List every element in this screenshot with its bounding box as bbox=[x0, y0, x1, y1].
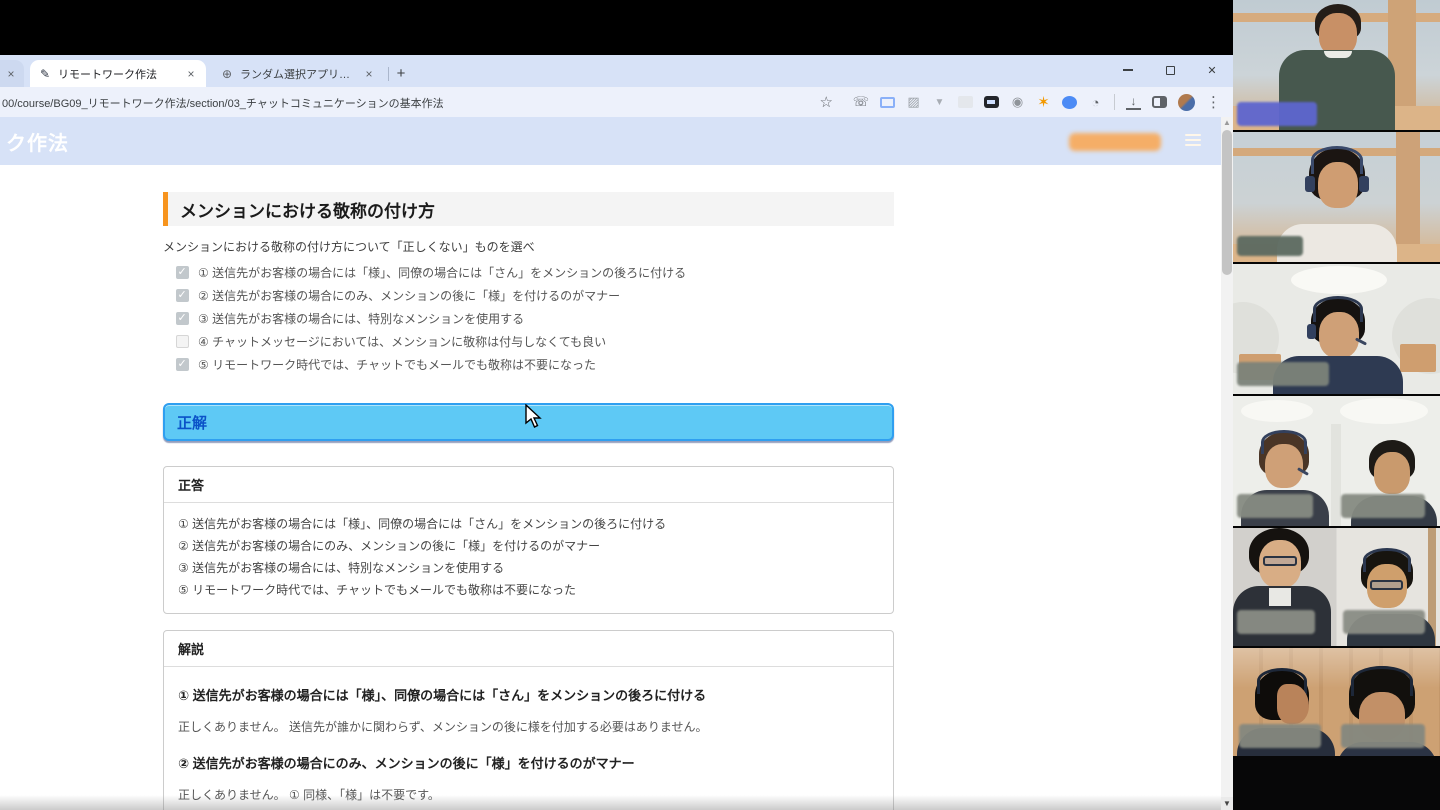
participant-video-4[interactable] bbox=[1233, 394, 1440, 526]
explanation-card-body: ① 送信先がお客様の場合には「様」、同僚の場合には「さん」をメンションの後ろに付… bbox=[164, 667, 893, 810]
hamburger-menu-icon[interactable] bbox=[1185, 134, 1201, 146]
option-checkbox[interactable] bbox=[176, 265, 189, 279]
participant-video-6[interactable] bbox=[1233, 646, 1440, 810]
answer-line: ① 送信先がお客様の場合には「様」、同僚の場合には「さん」をメンションの後ろに付… bbox=[178, 517, 667, 531]
tab-label: ランダム選択アプリケーション bbox=[240, 68, 356, 81]
option-checkbox[interactable] bbox=[176, 288, 189, 302]
explanation-body: 正しくありません。 ① 同様、「様」は不要です。 bbox=[178, 788, 440, 802]
ext-photo-icon[interactable] bbox=[906, 92, 921, 112]
answer-card-header: 正答 bbox=[164, 467, 893, 503]
scrollbar[interactable]: ▲ ▼ bbox=[1221, 117, 1233, 810]
tab-favicon-doc-icon bbox=[38, 67, 52, 81]
menu-kebab-icon[interactable] bbox=[1206, 92, 1221, 112]
participant-name-masked bbox=[1237, 610, 1315, 634]
participant-name-masked bbox=[1341, 494, 1425, 518]
url-bar[interactable]: 00/course/BG09_リモートワーク作法/section/03_チャット… bbox=[2, 95, 444, 111]
scroll-up-icon[interactable]: ▲ bbox=[1221, 117, 1233, 129]
ext-dark-icon[interactable] bbox=[984, 96, 999, 108]
ext-circle-icon[interactable] bbox=[1062, 95, 1077, 109]
explanation-heading: ① 送信先がお客様の場合には「様」、同僚の場合には「さん」をメンションの後ろに付… bbox=[178, 688, 707, 703]
profile-avatar-icon[interactable] bbox=[1178, 93, 1195, 111]
tab-separator bbox=[388, 67, 389, 81]
scroll-down-icon[interactable]: ▼ bbox=[1221, 797, 1233, 810]
quiz-option: ④ チャットメッセージにおいては、メンションに敬称は付与しなくても良い bbox=[176, 334, 894, 349]
ext-burst-icon[interactable] bbox=[1036, 92, 1051, 112]
close-window-icon[interactable] bbox=[1199, 59, 1225, 81]
participant-name-masked bbox=[1237, 362, 1329, 386]
window-controls bbox=[1115, 59, 1225, 81]
toolbar-icons bbox=[819, 87, 1221, 117]
new-tab-button[interactable]: + bbox=[390, 62, 412, 84]
quiz-title: メンションにおける敬称の付け方 bbox=[163, 192, 894, 226]
participant-name-masked bbox=[1237, 102, 1317, 126]
tab-favicon-globe-icon bbox=[220, 67, 234, 81]
username-masked bbox=[1069, 133, 1161, 151]
tab-random-select-app[interactable]: ランダム選択アプリケーション × bbox=[212, 60, 384, 87]
option-checkbox[interactable] bbox=[176, 311, 189, 325]
close-tab-icon[interactable]: × bbox=[184, 67, 198, 81]
ext-phone-icon[interactable] bbox=[853, 92, 869, 112]
participant-name-masked bbox=[1239, 724, 1321, 748]
ext-frame-icon[interactable] bbox=[880, 96, 895, 108]
explanation-body: 正しくありません。 送信先が誰かに関わらず、メンションの後に様を付加する必要はあ… bbox=[178, 720, 708, 734]
ext-faint-icon[interactable] bbox=[958, 96, 973, 108]
answer-line: ⑤ リモートワーク時代では、チャットでもメールでも敬称は不要になった bbox=[178, 583, 576, 597]
option-checkbox[interactable] bbox=[176, 357, 189, 371]
tab-label: リモートワーク作法 bbox=[58, 68, 157, 81]
toolbar-divider bbox=[1114, 94, 1115, 110]
quiz-option: ⑤ リモートワーク時代では、チャットでもメールでも敬称は不要になった bbox=[176, 357, 894, 372]
minimize-window-icon[interactable] bbox=[1115, 59, 1141, 81]
explanation-card-header: 解説 bbox=[164, 631, 893, 667]
bookmark-star-icon[interactable] bbox=[819, 92, 834, 112]
participant-name-masked bbox=[1343, 610, 1425, 634]
tab-strip: × リモートワーク作法 × ランダム選択アプリケーション × + bbox=[0, 55, 1233, 87]
ext-camera-icon[interactable] bbox=[1010, 92, 1025, 112]
scrollbar-thumb[interactable] bbox=[1222, 130, 1232, 275]
sidebar-panel-icon[interactable] bbox=[1152, 96, 1167, 108]
quiz-question: メンションにおける敬称の付け方について「正しくない」ものを選べ bbox=[163, 240, 535, 254]
option-checkbox[interactable] bbox=[176, 334, 189, 348]
participant-video-3[interactable] bbox=[1233, 262, 1440, 394]
answer-card-body: ① 送信先がお客様の場合には「様」、同僚の場合には「さん」をメンションの後ろに付… bbox=[164, 503, 893, 613]
app-header: ク作法 bbox=[0, 117, 1221, 165]
answer-line: ③ 送信先がお客様の場合には、特別なメンションを使用する bbox=[178, 561, 505, 575]
close-tab-icon[interactable]: × bbox=[362, 67, 376, 81]
participant-video-1[interactable] bbox=[1233, 0, 1440, 130]
quiz-option: ③ 送信先がお客様の場合には、特別なメンションを使用する bbox=[176, 311, 894, 326]
participant-video-2[interactable] bbox=[1233, 130, 1440, 262]
ext-clock-icon[interactable] bbox=[1088, 92, 1103, 112]
browser-toolbar: 00/course/BG09_リモートワーク作法/section/03_チャット… bbox=[0, 87, 1233, 117]
mouse-cursor bbox=[525, 403, 543, 435]
participant-video-5[interactable] bbox=[1233, 526, 1440, 646]
quiz-option: ① 送信先がお客様の場合には「様」、同僚の場合には「さん」をメンションの後ろに付… bbox=[176, 265, 894, 280]
explanation-heading: ② 送信先がお客様の場合にのみ、メンションの後に「様」を付けるのがマナー bbox=[178, 756, 635, 771]
option-label: ② 送信先がお客様の場合にのみ、メンションの後に「様」を付けるのがマナー bbox=[198, 288, 621, 303]
close-tab-icon[interactable]: × bbox=[4, 67, 18, 81]
options-list: ① 送信先がお客様の場合には「様」、同僚の場合には「さん」をメンションの後ろに付… bbox=[176, 265, 894, 372]
participant-name-masked bbox=[1341, 724, 1425, 748]
explanation-card: 解説 ① 送信先がお客様の場合には「様」、同僚の場合には「さん」をメンションの後… bbox=[163, 630, 894, 810]
option-label: ③ 送信先がお客様の場合には、特別なメンションを使用する bbox=[198, 311, 525, 326]
screen: × リモートワーク作法 × ランダム選択アプリケーション × + 00/cour… bbox=[0, 0, 1440, 810]
participant-name-masked bbox=[1237, 494, 1313, 518]
video-call-strip bbox=[1233, 0, 1440, 810]
quiz-option: ② 送信先がお客様の場合にのみ、メンションの後に「様」を付けるのがマナー bbox=[176, 288, 894, 303]
app-title-partial: ク作法 bbox=[6, 132, 69, 155]
answer-card: 正答 ① 送信先がお客様の場合には「様」、同僚の場合には「さん」をメンションの後… bbox=[163, 466, 894, 614]
option-label: ⑤ リモートワーク時代では、チャットでもメールでも敬称は不要になった bbox=[198, 357, 596, 372]
restore-window-icon[interactable] bbox=[1157, 59, 1183, 81]
answer-line: ② 送信先がお客様の場合にのみ、メンションの後に「様」を付けるのがマナー bbox=[178, 539, 601, 553]
download-icon[interactable] bbox=[1126, 95, 1141, 110]
participant-name-masked bbox=[1237, 236, 1303, 256]
tab-remote-work[interactable]: リモートワーク作法 × bbox=[30, 60, 206, 87]
browser-window: × リモートワーク作法 × ランダム選択アプリケーション × + 00/cour… bbox=[0, 55, 1233, 810]
option-label: ① 送信先がお客様の場合には「様」、同僚の場合には「さん」をメンションの後ろに付… bbox=[198, 265, 687, 280]
ext-filter-icon[interactable] bbox=[932, 92, 947, 112]
page-content: メンションにおける敬称の付け方 メンションにおける敬称の付け方について「正しくな… bbox=[0, 165, 1221, 810]
tab-partial[interactable]: × bbox=[0, 60, 24, 87]
option-label: ④ チャットメッセージにおいては、メンションに敬称は付与しなくても良い bbox=[198, 334, 607, 349]
